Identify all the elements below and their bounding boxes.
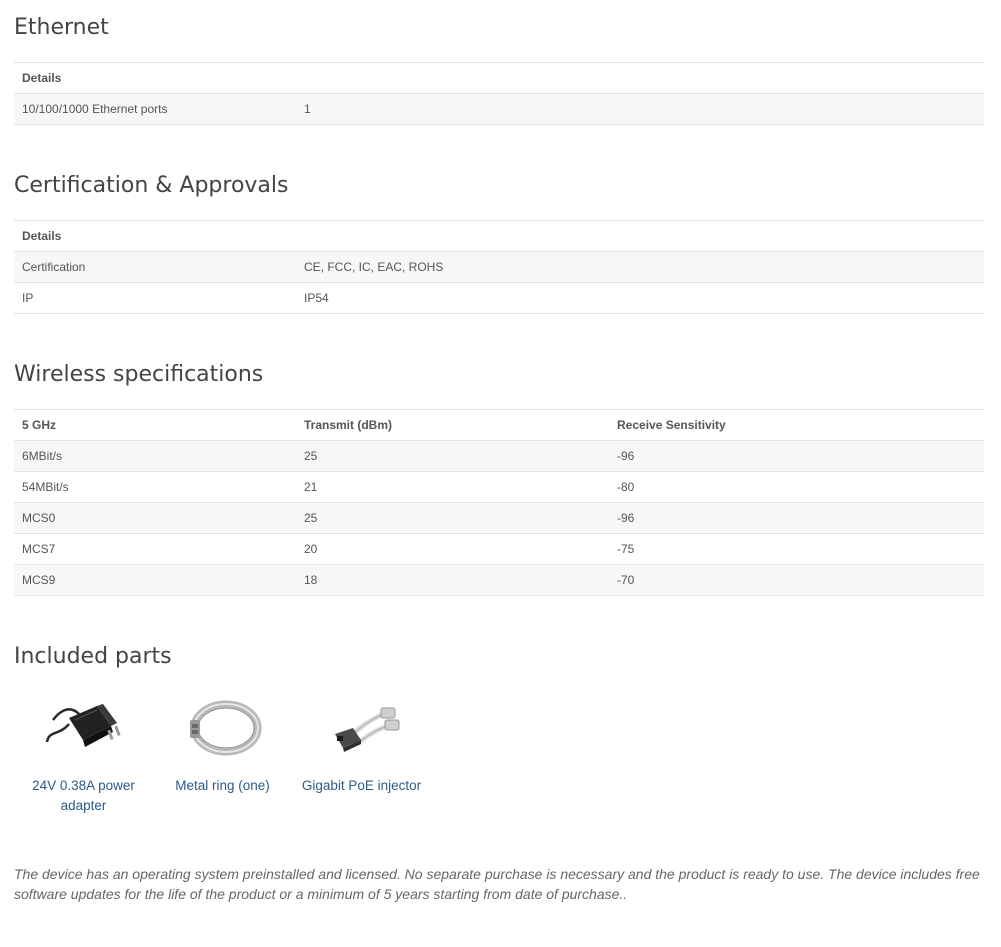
table-row: Certification CE, FCC, IC, EAC, ROHS <box>14 251 984 283</box>
table-row: IP IP54 <box>14 282 984 314</box>
part-item-poe-injector[interactable]: Gigabit PoE injector <box>292 690 431 816</box>
table-header-row: Details <box>14 62 984 94</box>
row-value: 1 <box>296 93 984 125</box>
transmit-cell: 18 <box>296 564 609 596</box>
receive-cell: -96 <box>609 502 984 534</box>
part-item-metal-ring[interactable]: Metal ring (one) <box>153 690 292 816</box>
poe-injector-icon[interactable] <box>317 690 407 760</box>
certification-table: Details Certification CE, FCC, IC, EAC, … <box>14 220 984 314</box>
receive-cell: -96 <box>609 440 984 472</box>
wireless-table: 5 GHz Transmit (dBm) Receive Sensitivity… <box>14 409 984 596</box>
part-item-power-adapter[interactable]: 24V 0.38A power adapter <box>14 690 153 816</box>
table-row: 10/100/1000 Ethernet ports 1 <box>14 93 984 125</box>
certification-title: Certification & Approvals <box>14 173 289 198</box>
parts-title: Included parts <box>14 644 172 669</box>
row-value: CE, FCC, IC, EAC, ROHS <box>296 251 984 283</box>
rate-cell: MCS9 <box>14 564 296 596</box>
table-header-details: Details <box>14 62 984 94</box>
transmit-cell: 25 <box>296 502 609 534</box>
rate-cell: 6MBit/s <box>14 440 296 472</box>
row-value: IP54 <box>296 282 984 314</box>
table-header-row: 5 GHz Transmit (dBm) Receive Sensitivity <box>14 409 984 441</box>
license-note: The device has an operating system prein… <box>14 866 980 902</box>
receive-cell: -75 <box>609 533 984 565</box>
row-label: 10/100/1000 Ethernet ports <box>14 93 296 125</box>
rate-cell: MCS0 <box>14 502 296 534</box>
table-row: 54MBit/s 21 -80 <box>14 471 984 503</box>
table-row: MCS9 18 -70 <box>14 564 984 596</box>
receive-cell: -70 <box>609 564 984 596</box>
rate-cell: 54MBit/s <box>14 471 296 503</box>
table-row: MCS7 20 -75 <box>14 533 984 565</box>
transmit-cell: 20 <box>296 533 609 565</box>
table-row: MCS0 25 -96 <box>14 502 984 534</box>
ethernet-title: Ethernet <box>14 15 109 40</box>
transmit-cell: 25 <box>296 440 609 472</box>
transmit-cell: 21 <box>296 471 609 503</box>
part-label[interactable]: Gigabit PoE injector <box>302 776 422 796</box>
receive-cell: -80 <box>609 471 984 503</box>
ethernet-table: Details 10/100/1000 Ethernet ports 1 <box>14 62 984 125</box>
header-transmit: Transmit (dBm) <box>296 409 609 441</box>
table-header-row: Details <box>14 220 984 252</box>
metal-ring-icon[interactable] <box>178 690 268 760</box>
part-label[interactable]: 24V 0.38A power adapter <box>24 776 144 816</box>
table-header-details: Details <box>14 220 984 252</box>
rate-cell: MCS7 <box>14 533 296 565</box>
header-band: 5 GHz <box>14 409 296 441</box>
power-adapter-icon[interactable] <box>39 690 129 760</box>
table-row: 6MBit/s 25 -96 <box>14 440 984 472</box>
header-receive: Receive Sensitivity <box>609 409 984 441</box>
parts-list: 24V 0.38A power adapter Metal ring (one) <box>14 690 431 816</box>
row-label: IP <box>14 282 296 314</box>
row-label: Certification <box>14 251 296 283</box>
part-label[interactable]: Metal ring (one) <box>163 776 283 796</box>
wireless-title: Wireless specifications <box>14 362 264 387</box>
